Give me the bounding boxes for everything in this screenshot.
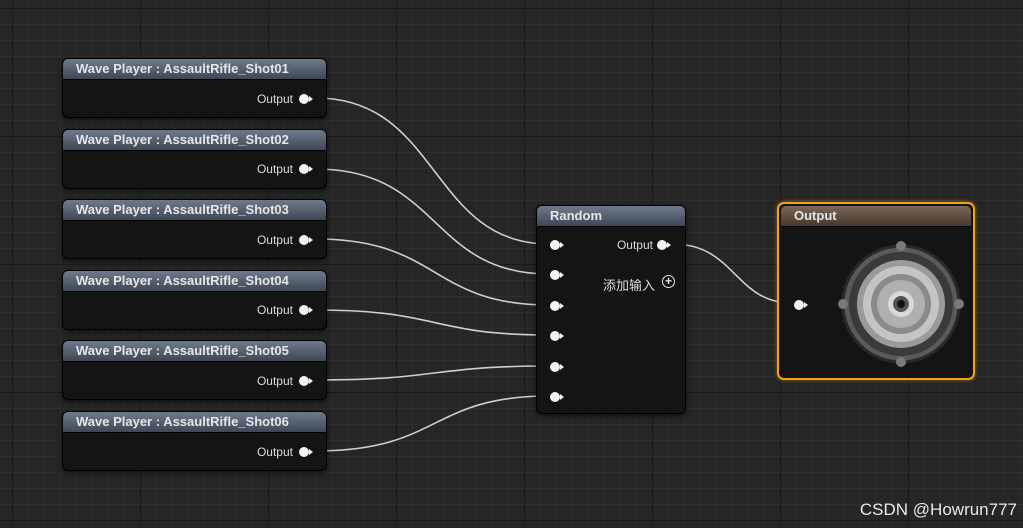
wire-shot06-random <box>315 395 550 452</box>
output-pin[interactable] <box>299 164 313 174</box>
output-pin[interactable] <box>299 94 313 104</box>
node-title: Output <box>781 206 971 227</box>
node-title: Wave Player : AssaultRifle_Shot02 <box>63 130 326 151</box>
wire-random-output <box>672 243 793 304</box>
wire-shot01-random <box>315 97 550 245</box>
wave-player-node-5[interactable]: Wave Player : AssaultRifle_Shot05 Output <box>62 340 327 400</box>
input-pin-2[interactable] <box>550 270 564 280</box>
output-pin[interactable] <box>657 240 671 250</box>
wire-shot03-random <box>315 238 550 306</box>
wire-shot04-random <box>315 309 550 336</box>
node-title: Wave Player : AssaultRifle_Shot01 <box>63 59 326 80</box>
watermark: CSDN @Howrun777 <box>859 500 1017 519</box>
output-pin-label: Output <box>256 92 293 106</box>
output-node[interactable]: Output <box>777 202 975 380</box>
wave-player-node-4[interactable]: Wave Player : AssaultRifle_Shot04 Output <box>62 270 327 330</box>
wave-player-node-2[interactable]: Wave Player : AssaultRifle_Shot02 Output <box>62 129 327 189</box>
input-pin-6[interactable] <box>550 392 564 402</box>
input-pin-1[interactable] <box>550 240 564 250</box>
node-title: Random <box>537 206 685 227</box>
output-pin-label: Output <box>256 445 293 459</box>
wave-player-node-6[interactable]: Wave Player : AssaultRifle_Shot06 Output <box>62 411 327 471</box>
wire-shot02-random <box>315 168 550 275</box>
output-pin-label: Output <box>256 233 293 247</box>
input-pin[interactable] <box>794 300 808 310</box>
add-input-label[interactable]: 添加输入 <box>603 275 655 294</box>
input-pin-3[interactable] <box>550 301 564 311</box>
node-title: Wave Player : AssaultRifle_Shot04 <box>63 271 326 292</box>
input-pin-4[interactable] <box>550 331 564 341</box>
output-pin-label: Output <box>616 238 653 252</box>
random-node[interactable]: Random Output 添加输入 + <box>536 205 686 414</box>
node-title: Wave Player : AssaultRifle_Shot06 <box>63 412 326 433</box>
node-title: Wave Player : AssaultRifle_Shot03 <box>63 200 326 221</box>
output-pin-label: Output <box>256 162 293 176</box>
output-pin-label: Output <box>256 374 293 388</box>
output-pin[interactable] <box>299 235 313 245</box>
add-input-icon[interactable]: + <box>662 275 675 288</box>
wire-shot05-random <box>315 365 550 381</box>
node-title: Wave Player : AssaultRifle_Shot05 <box>63 341 326 362</box>
output-pin[interactable] <box>299 447 313 457</box>
output-pin[interactable] <box>299 305 313 315</box>
speaker-icon <box>838 241 964 367</box>
wave-player-node-1[interactable]: Wave Player : AssaultRifle_Shot01 Output <box>62 58 327 118</box>
output-pin-label: Output <box>256 303 293 317</box>
input-pin-5[interactable] <box>550 362 564 372</box>
wave-player-node-3[interactable]: Wave Player : AssaultRifle_Shot03 Output <box>62 199 327 259</box>
output-pin[interactable] <box>299 376 313 386</box>
